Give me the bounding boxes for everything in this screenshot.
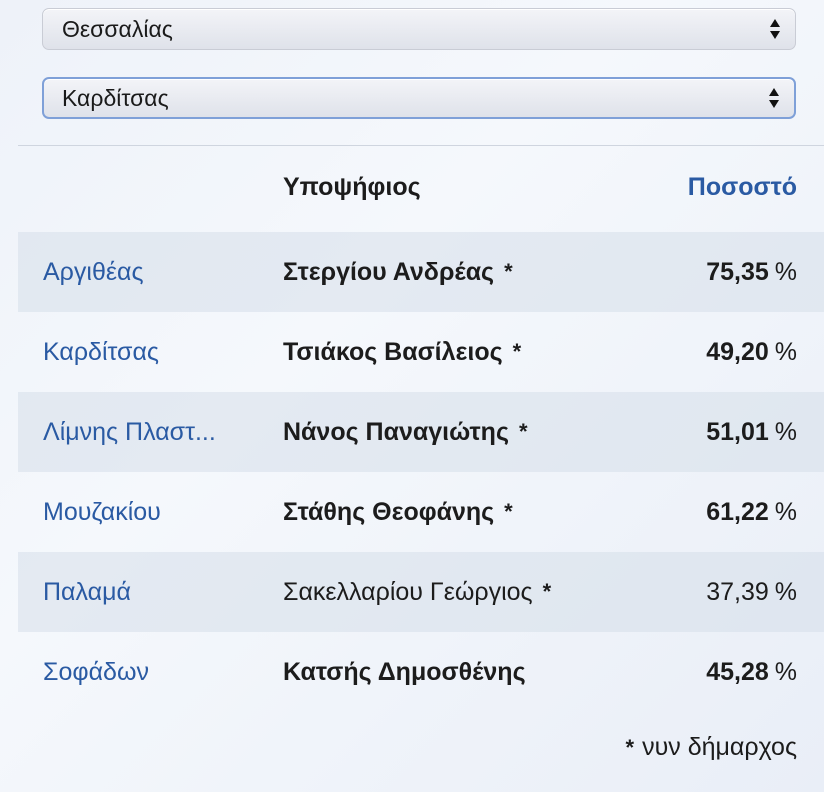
percentage-cell: 51,01% (597, 392, 797, 472)
municipality-link[interactable]: Καρδίτσας (43, 312, 273, 392)
percentage-value: 45,28 (706, 657, 769, 686)
prefecture-select[interactable]: Καρδίτσας (42, 77, 796, 119)
candidate-name: Σακελλαρίου Γεώργιος (283, 577, 533, 606)
percentage-value: 51,01 (706, 417, 769, 446)
municipality-link[interactable]: Σοφάδων (43, 632, 273, 712)
table-row: Λίμνης Πλαστ... Νάνος Παναγιώτης * 51,01% (18, 392, 824, 472)
municipality-link[interactable]: Παλαμά (43, 552, 273, 632)
percentage-unit: % (774, 337, 797, 366)
header-percentage-sort[interactable]: Ποσοστό (597, 158, 797, 216)
percentage-value: 37,39 (706, 577, 769, 606)
table-row: Σοφάδων Κατσής Δημοσθένης 45,28% (18, 632, 824, 712)
percentage-unit: % (774, 497, 797, 526)
percentage-cell: 61,22% (597, 472, 797, 552)
header-municipality (43, 158, 273, 216)
select-arrows-icon (770, 19, 780, 39)
percentage-unit: % (774, 657, 797, 686)
percentage-cell: 37,39% (597, 552, 797, 632)
candidate-name: Στεργίου Ανδρέας (283, 257, 495, 286)
municipality-link[interactable]: Λίμνης Πλαστ... (43, 392, 273, 472)
table-row: Παλαμά Σακελλαρίου Γεώργιος * 37,39% (18, 552, 824, 632)
prefecture-select-value: Καρδίτσας (62, 85, 169, 111)
region-select-value: Θεσσαλίας (62, 16, 173, 42)
municipality-name: Μουζακίου (43, 497, 161, 526)
results-table: Αργιθέας Στεργίου Ανδρέας * 75,35% Καρδίτσας… (18, 232, 824, 712)
candidate-name: Κατσής Δημοσθένης (283, 657, 526, 686)
footnote-text: νυν δήμαρχος (642, 733, 797, 761)
percentage-value: 75,35 (706, 257, 769, 286)
incumbent-star: * (542, 579, 552, 604)
municipality-link[interactable]: Αργιθέας (43, 232, 273, 312)
municipality-name: Σοφάδων (43, 657, 149, 686)
percentage-cell: 49,20% (597, 312, 797, 392)
percentage-cell: 75,35% (597, 232, 797, 312)
percentage-unit: % (774, 577, 797, 606)
municipality-name: Λίμνης Πλαστ... (43, 417, 216, 446)
municipality-name: Παλαμά (43, 577, 131, 606)
candidate-name: Νάνος Παναγιώτης (283, 417, 509, 446)
municipality-name: Καρδίτσας (43, 337, 159, 366)
table-row: Καρδίτσας Τσιάκος Βασίλειος * 49,20% (18, 312, 824, 392)
percentage-value: 61,22 (706, 497, 769, 526)
table-row: Μουζακίου Στάθης Θεοφάνης * 61,22% (18, 472, 824, 552)
footnote-star: * (625, 735, 635, 760)
percentage-value: 49,20 (706, 337, 769, 366)
table-header: Υποψήφιος Ποσοστό (18, 158, 824, 216)
footnote: * νυν δήμαρχος (626, 733, 797, 762)
candidate-name: Τσιάκος Βασίλειος (283, 337, 503, 366)
incumbent-star: * (504, 259, 513, 284)
select-arrows-icon (769, 88, 779, 108)
percentage-unit: % (774, 257, 797, 286)
municipality-link[interactable]: Μουζακίου (43, 472, 273, 552)
divider (18, 145, 824, 146)
region-select[interactable]: Θεσσαλίας (42, 8, 796, 50)
percentage-cell: 45,28% (597, 632, 797, 712)
incumbent-star: * (504, 499, 513, 524)
incumbent-star: * (518, 419, 528, 444)
percentage-unit: % (774, 417, 797, 446)
candidate-name: Στάθης Θεοφάνης (283, 497, 495, 526)
municipality-name: Αργιθέας (43, 257, 144, 286)
table-row: Αργιθέας Στεργίου Ανδρέας * 75,35% (18, 232, 824, 312)
incumbent-star: * (512, 339, 522, 364)
